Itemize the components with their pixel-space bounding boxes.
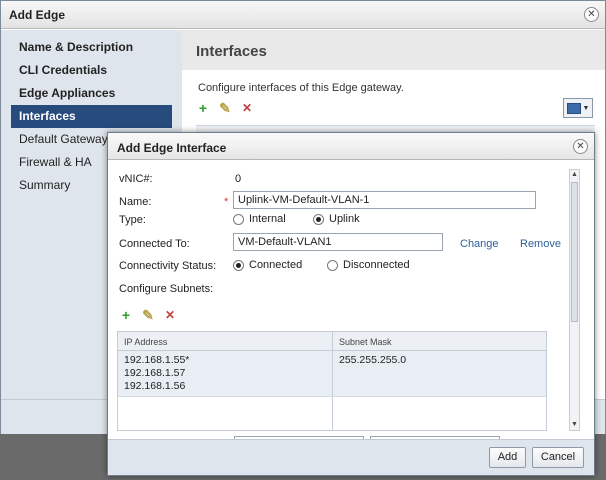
column-header-subnet-mask[interactable]: Subnet Mask (333, 332, 392, 350)
cancel-button[interactable]: Cancel (532, 447, 584, 468)
type-uplink-label: Uplink (329, 213, 360, 225)
sidebar-item-edge-appliances[interactable]: Edge Appliances (1, 82, 182, 105)
name-label: Name: (119, 196, 152, 208)
status-connected-radio[interactable]: Connected (233, 259, 302, 271)
edit-icon[interactable]: ✎ (141, 308, 155, 322)
ip-address: 192.168.1.56 (124, 380, 186, 392)
radio-selected-icon (313, 213, 324, 225)
ip-address: 192.168.1.57 (124, 367, 186, 379)
table-header: IP Address Subnet Mask (118, 332, 546, 351)
radio-selected-icon (233, 259, 244, 271)
radio-icon (233, 213, 244, 225)
add-edge-interface-dialog: Add Edge Interface ✕ ▲ ▼ vNIC#: 0 Name: … (107, 132, 595, 476)
close-icon[interactable]: ✕ (584, 7, 599, 22)
page-description: Configure interfaces of this Edge gatewa… (198, 82, 404, 94)
chevron-down-icon: ▼ (582, 104, 590, 112)
edit-icon[interactable]: ✎ (218, 101, 232, 115)
dialog-body: ▲ ▼ vNIC#: 0 Name: * Type: Internal Upli… (108, 161, 594, 439)
connected-to-field[interactable] (233, 233, 443, 251)
scroll-down-icon[interactable]: ▼ (570, 420, 579, 430)
add-button[interactable]: Add (489, 447, 526, 468)
change-link[interactable]: Change (460, 238, 499, 250)
column-chooser-button[interactable]: ▼ (563, 98, 593, 118)
radio-icon (327, 259, 338, 271)
ip-address: 192.168.1.55* (124, 354, 190, 366)
status-connected-label: Connected (249, 259, 303, 271)
vnic-value: 0 (235, 173, 242, 185)
subnet-mask: 255.255.255.0 (339, 354, 407, 366)
connected-to-label: Connected To: (119, 238, 190, 250)
name-input[interactable] (233, 191, 536, 209)
required-marker: * (224, 196, 229, 208)
ip-address-cell: 192.168.1.55* 192.168.1.57 192.168.1.56 (118, 351, 333, 396)
dialog-footer: Add Cancel (108, 439, 594, 475)
column-header-ip-address[interactable]: IP Address (118, 332, 333, 350)
type-internal-label: Internal (249, 213, 286, 225)
vertical-scrollbar[interactable]: ▲ ▼ (569, 169, 580, 431)
configure-subnets-label: Configure Subnets: (119, 283, 214, 295)
empty-cell (118, 397, 333, 430)
type-uplink-radio[interactable]: Uplink (313, 213, 360, 225)
subnets-toolbar: + ✎ ✕ (119, 308, 177, 322)
interfaces-toolbar: + ✎ ✕ (196, 101, 254, 115)
sidebar-item-name-description[interactable]: Name & Description (1, 36, 182, 59)
grid-icon (566, 102, 581, 114)
close-icon[interactable]: ✕ (573, 139, 588, 154)
type-label: Type: (119, 214, 146, 226)
table-row[interactable]: 192.168.1.55* 192.168.1.57 192.168.1.56 … (118, 351, 546, 397)
status-disconnected-radio[interactable]: Disconnected (327, 259, 410, 271)
connectivity-status-label: Connectivity Status: (119, 260, 217, 272)
status-disconnected-label: Disconnected (343, 259, 410, 271)
type-internal-radio[interactable]: Internal (233, 213, 286, 225)
add-edge-title: Add Edge (1, 1, 605, 29)
delete-icon[interactable]: ✕ (240, 101, 254, 115)
page-title: Interfaces (182, 30, 605, 70)
add-icon[interactable]: + (119, 308, 133, 322)
subnets-table: IP Address Subnet Mask 192.168.1.55* 192… (117, 331, 547, 431)
scroll-up-icon[interactable]: ▲ (570, 170, 579, 180)
scrollbar-thumb[interactable] (571, 182, 578, 322)
remove-link[interactable]: Remove (520, 238, 561, 250)
delete-icon[interactable]: ✕ (163, 308, 177, 322)
subnet-mask-cell: 255.255.255.0 (333, 351, 406, 396)
vnic-label: vNIC#: (119, 173, 153, 185)
sidebar-item-cli-credentials[interactable]: CLI Credentials (1, 59, 182, 82)
dialog-title: Add Edge Interface (108, 133, 594, 160)
table-empty-area (118, 397, 546, 430)
add-icon[interactable]: + (196, 101, 210, 115)
sidebar-item-interfaces[interactable]: Interfaces (11, 105, 172, 128)
